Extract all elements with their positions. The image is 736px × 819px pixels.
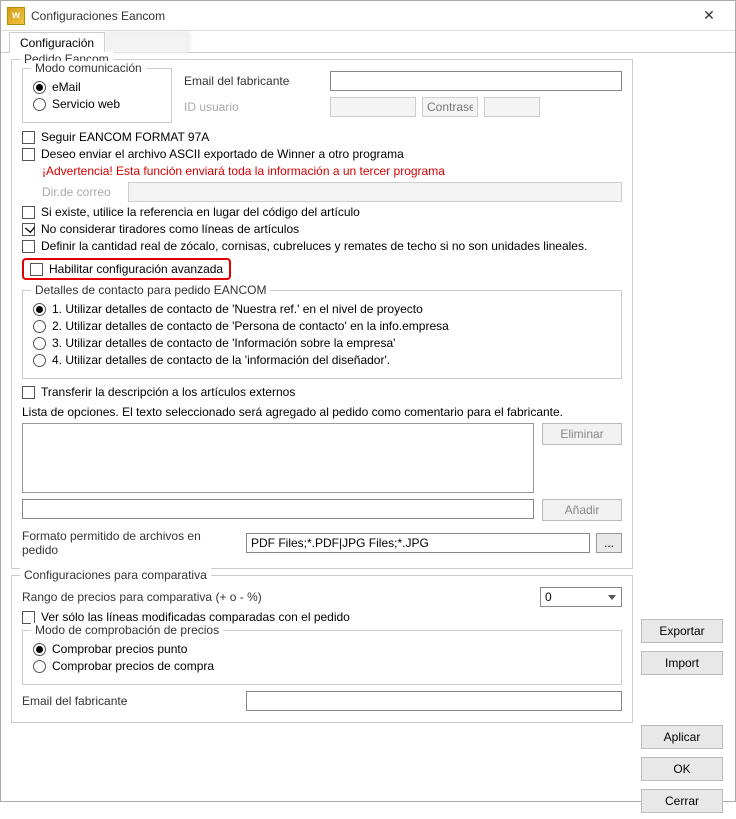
titlebar: w Configuraciones Eancom ✕ <box>1 1 735 31</box>
cerrar-button[interactable]: Cerrar <box>641 789 723 813</box>
chk-format97a-label: Seguir EANCOM FORMAT 97A <box>41 130 209 144</box>
chk-ver-modificadas-row[interactable]: Ver sólo las líneas modificadas comparad… <box>22 610 622 624</box>
chk-no-tiradores-row[interactable]: No considerar tiradores como líneas de a… <box>22 222 622 236</box>
anadir-button[interactable]: Añadir <box>542 499 622 521</box>
chk-ver-modificadas-label: Ver sólo las líneas modificadas comparad… <box>41 610 350 624</box>
radio-precios-punto-label: Comprobar precios punto <box>52 642 187 656</box>
email-fabricante2-label: Email del fabricante <box>22 694 240 708</box>
radio-precios-punto[interactable] <box>33 643 46 656</box>
tab-second[interactable]: xxxxxxxx <box>107 32 189 53</box>
chk-no-tiradores[interactable] <box>22 223 35 236</box>
chk-habilitar-avanzada[interactable] <box>30 263 43 276</box>
close-button[interactable]: ✕ <box>689 2 729 30</box>
radio-email-label: eMail <box>52 80 81 94</box>
contrasena-input <box>484 97 540 117</box>
tab-configuracion[interactable]: Configuración <box>9 32 105 53</box>
chk-format97a-row[interactable]: Seguir EANCOM FORMAT 97A <box>22 130 622 144</box>
tab-bar: Configuración xxxxxxxx <box>1 31 735 53</box>
chk-ref-articulo-row[interactable]: Si existe, utilice la referencia en luga… <box>22 205 622 219</box>
chk-habilitar-avanzada-label: Habilitar configuración avanzada <box>49 262 223 276</box>
group-modo-precios-legend: Modo de comprobación de precios <box>31 623 223 637</box>
radio-contacto-4[interactable] <box>33 354 46 367</box>
warning-text: ¡Advertencia! Esta función enviará toda … <box>42 164 622 178</box>
formato-input[interactable] <box>246 533 590 553</box>
radio-contacto-3-row[interactable]: 3. Utilizar detalles de contacto de 'Inf… <box>33 336 611 350</box>
chk-transferir-desc[interactable] <box>22 386 35 399</box>
dir-correo-label: Dir.de correo <box>42 185 122 199</box>
radio-contacto-2[interactable] <box>33 320 46 333</box>
id-usuario-input <box>330 97 416 117</box>
radio-webservice[interactable] <box>33 98 46 111</box>
radio-contacto-1[interactable] <box>33 303 46 316</box>
option-list[interactable] <box>22 423 534 493</box>
radio-contacto-2-row[interactable]: 2. Utilizar detalles de contacto de 'Per… <box>33 319 611 333</box>
radio-precios-compra[interactable] <box>33 660 46 673</box>
radio-precios-compra-label: Comprobar precios de compra <box>52 659 214 673</box>
radio-contacto-1-row[interactable]: 1. Utilizar detalles de contacto de 'Nue… <box>33 302 611 316</box>
eliminar-button[interactable]: Eliminar <box>542 423 622 445</box>
radio-email[interactable] <box>33 81 46 94</box>
rango-value: 0 <box>545 590 552 604</box>
highlight-habilitar-avanzada: Habilitar configuración avanzada <box>22 258 231 280</box>
aplicar-button[interactable]: Aplicar <box>641 725 723 749</box>
chk-export-ascii[interactable] <box>22 148 35 161</box>
group-modo-comunicacion: Modo comunicación eMail Servicio web <box>22 68 172 123</box>
exportar-button[interactable]: Exportar <box>641 619 723 643</box>
group-comparativa-legend: Configuraciones para comparativa <box>20 568 211 582</box>
id-usuario-label: ID usuario <box>184 100 324 114</box>
group-contacto: Detalles de contacto para pedido EANCOM … <box>22 290 622 379</box>
import-button[interactable]: Import <box>641 651 723 675</box>
chk-ref-articulo[interactable] <box>22 206 35 219</box>
chk-transferir-desc-label: Transferir la descripción a los artículo… <box>41 385 295 399</box>
radio-contacto-2-label: 2. Utilizar detalles de contacto de 'Per… <box>52 319 449 333</box>
lista-opciones-label: Lista de opciones. El texto seleccionado… <box>22 405 622 419</box>
formato-browse-button[interactable]: ... <box>596 533 622 553</box>
chk-export-ascii-label: Deseo enviar el archivo ASCII exportado … <box>41 147 404 161</box>
formato-label: Formato permitido de archivos en pedido <box>22 529 240 557</box>
radio-email-row[interactable]: eMail <box>33 80 161 94</box>
ok-button[interactable]: OK <box>641 757 723 781</box>
app-icon: w <box>7 7 25 25</box>
chk-export-ascii-row[interactable]: Deseo enviar el archivo ASCII exportado … <box>22 147 622 161</box>
email-fabricante-input[interactable] <box>330 71 622 91</box>
email-fabricante-label: Email del fabricante <box>184 74 324 88</box>
radio-contacto-1-label: 1. Utilizar detalles de contacto de 'Nue… <box>52 302 423 316</box>
dir-correo-input <box>128 182 622 202</box>
group-comparativa: Configuraciones para comparativa Rango d… <box>11 575 633 723</box>
group-contacto-legend: Detalles de contacto para pedido EANCOM <box>31 283 270 297</box>
email-fabricante2-input[interactable] <box>246 691 622 711</box>
group-modo-legend: Modo comunicación <box>31 61 146 75</box>
rango-combo[interactable]: 0 <box>540 587 622 607</box>
radio-contacto-4-row[interactable]: 4. Utilizar detalles de contacto de la '… <box>33 353 611 367</box>
chk-ver-modificadas[interactable] <box>22 611 35 624</box>
chk-definir-cantidad[interactable] <box>22 240 35 253</box>
radio-precios-compra-row[interactable]: Comprobar precios de compra <box>33 659 611 673</box>
radio-contacto-3-label: 3. Utilizar detalles de contacto de 'Inf… <box>52 336 395 350</box>
group-pedido-eancom: Pedido Eancom Modo comunicación eMail Se… <box>11 59 633 569</box>
radio-precios-punto-row[interactable]: Comprobar precios punto <box>33 642 611 656</box>
group-modo-precios: Modo de comprobación de precios Comproba… <box>22 630 622 685</box>
radio-contacto-4-label: 4. Utilizar detalles de contacto de la '… <box>52 353 390 367</box>
chk-ref-articulo-label: Si existe, utilice la referencia en luga… <box>41 205 360 219</box>
chk-no-tiradores-label: No considerar tiradores como líneas de a… <box>41 222 299 236</box>
window-title: Configuraciones Eancom <box>31 9 689 23</box>
radio-webservice-row[interactable]: Servicio web <box>33 97 161 111</box>
chk-format97a[interactable] <box>22 131 35 144</box>
radio-contacto-3[interactable] <box>33 337 46 350</box>
side-buttons: Exportar Import Aplicar OK Cerrar <box>641 59 725 813</box>
radio-webservice-label: Servicio web <box>52 97 120 111</box>
contrasena-label-input <box>422 97 478 117</box>
add-option-input[interactable] <box>22 499 534 519</box>
chk-transferir-desc-row[interactable]: Transferir la descripción a los artículo… <box>22 385 622 399</box>
chk-definir-cantidad-row[interactable]: Definir la cantidad real de zócalo, corn… <box>22 239 622 253</box>
chk-definir-cantidad-label: Definir la cantidad real de zócalo, corn… <box>41 239 587 253</box>
rango-label: Rango de precios para comparativa (+ o -… <box>22 590 534 604</box>
